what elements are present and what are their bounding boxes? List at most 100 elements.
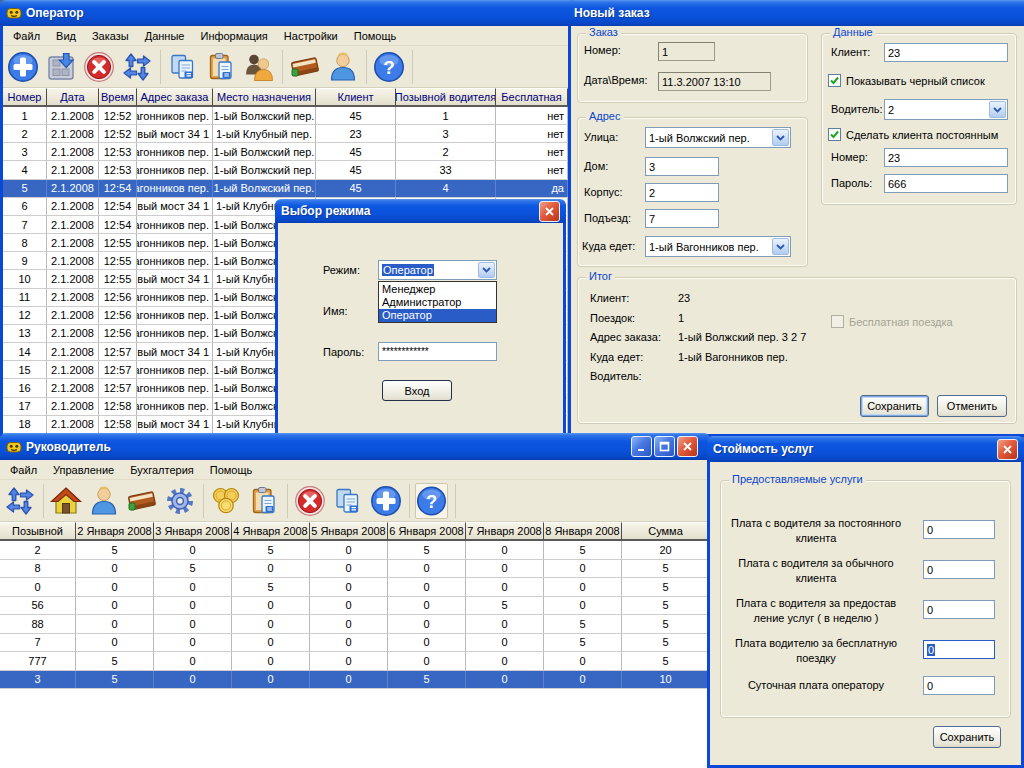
- service-value-field[interactable]: 0: [923, 560, 995, 579]
- mode-dropdown-list[interactable]: МенеджерАдминистраторОператор: [378, 281, 497, 323]
- column-header[interactable]: 2 Января 2008: [76, 522, 154, 540]
- help-icon[interactable]: ?: [372, 49, 405, 85]
- table-row[interactable]: 000500005: [0, 578, 710, 597]
- services-titlebar[interactable]: Стоймость услуг: [707, 436, 1024, 462]
- building-field[interactable]: 2: [645, 183, 719, 202]
- manager-titlebar[interactable]: Руководитель: [0, 433, 710, 460]
- entrance-field[interactable]: 7: [645, 209, 719, 228]
- table-row[interactable]: 5600000505: [0, 597, 710, 616]
- cancel-button[interactable]: Отменить: [937, 395, 1007, 417]
- menu-item-1[interactable]: Вид: [48, 28, 84, 44]
- menu-item-0[interactable]: Файл: [5, 28, 48, 44]
- service-value-field[interactable]: 0: [923, 600, 995, 619]
- delete-icon[interactable]: [82, 49, 115, 85]
- street-combobox[interactable]: 1-ый Волжский пер.: [645, 127, 791, 148]
- destination-combobox[interactable]: 1-ый Вагонников пер.: [645, 236, 791, 257]
- service-value-field[interactable]: 0: [923, 676, 995, 695]
- menu-item-5[interactable]: Настройки: [276, 28, 346, 44]
- mode-combobox[interactable]: Оператор: [378, 260, 497, 280]
- maximize-button[interactable]: [654, 436, 675, 457]
- blacklist-checkbox[interactable]: [828, 74, 841, 87]
- minimize-button[interactable]: [631, 436, 652, 457]
- home-icon[interactable]: [49, 483, 82, 519]
- paste-icon[interactable]: [204, 49, 237, 85]
- operator-titlebar[interactable]: Оператор: [0, 0, 575, 26]
- gear-icon[interactable]: [163, 483, 196, 519]
- copy-icon[interactable]: [331, 483, 364, 519]
- column-header[interactable]: Позывной: [0, 522, 76, 540]
- house-field[interactable]: 3: [645, 157, 719, 176]
- new-order-titlebar[interactable]: Новый заказ: [568, 0, 1024, 26]
- menu-item-2[interactable]: Бухгалтерия: [122, 462, 202, 478]
- column-header[interactable]: 7 Января 2008: [466, 522, 544, 540]
- client-password-field[interactable]: 666: [884, 174, 1008, 193]
- close-button[interactable]: [997, 439, 1018, 460]
- column-header[interactable]: Номер: [3, 88, 47, 106]
- column-header[interactable]: Сумма: [622, 522, 710, 540]
- menu-item-0[interactable]: Файл: [2, 462, 45, 478]
- table-row[interactable]: 700000055: [0, 634, 710, 653]
- add-icon[interactable]: [369, 483, 402, 519]
- users-icon[interactable]: [242, 49, 275, 85]
- table-row[interactable]: 32.1.200812:53агонников пер.1-ый Волжски…: [3, 143, 574, 161]
- order-number-field[interactable]: 1: [658, 42, 715, 61]
- close-button[interactable]: [677, 436, 698, 457]
- service-value-field[interactable]: 0: [923, 640, 995, 659]
- table-row[interactable]: 8800000055: [0, 615, 710, 634]
- table-row[interactable]: 77750000005: [0, 652, 710, 671]
- copy-icon[interactable]: [166, 49, 199, 85]
- column-header[interactable]: 4 Января 2008: [232, 522, 310, 540]
- move-icon[interactable]: [120, 49, 153, 85]
- dropdown-option[interactable]: Оператор: [379, 309, 496, 322]
- person-icon[interactable]: [87, 483, 120, 519]
- book-icon[interactable]: [125, 483, 158, 519]
- paste-icon[interactable]: [247, 483, 280, 519]
- dropdown-option[interactable]: Администратор: [379, 295, 496, 308]
- coins-icon[interactable]: [209, 483, 242, 519]
- table-row[interactable]: 12.1.200812:52агонников пер.1-ый Волжски…: [3, 107, 574, 125]
- column-header[interactable]: Адрес заказа: [137, 88, 213, 106]
- dialog-password-field[interactable]: ************: [378, 342, 497, 361]
- column-header[interactable]: Позывной водителя: [396, 88, 496, 106]
- client-number-field[interactable]: 23: [884, 148, 1008, 167]
- chevron-down-icon[interactable]: [478, 262, 495, 278]
- table-row[interactable]: 3500050010: [0, 671, 710, 690]
- mode-dialog-titlebar[interactable]: Выбор режима: [275, 199, 566, 223]
- service-value-field[interactable]: 0: [923, 520, 995, 539]
- delete-icon[interactable]: [293, 483, 326, 519]
- save-icon[interactable]: [44, 49, 77, 85]
- column-header[interactable]: Бесплатная: [496, 88, 568, 106]
- chevron-down-icon[interactable]: [772, 129, 789, 146]
- book-icon[interactable]: [288, 49, 321, 85]
- chevron-down-icon[interactable]: [989, 101, 1006, 118]
- menu-item-2[interactable]: Заказы: [84, 28, 137, 44]
- column-header[interactable]: 8 Января 2008: [544, 522, 622, 540]
- column-header[interactable]: Дата: [47, 88, 99, 106]
- login-button[interactable]: Вход: [382, 380, 452, 401]
- menu-item-3[interactable]: Данные: [137, 28, 193, 44]
- chevron-down-icon[interactable]: [772, 238, 789, 255]
- person-icon[interactable]: [326, 49, 359, 85]
- column-header[interactable]: Клиент: [316, 88, 396, 106]
- column-header[interactable]: 6 Января 2008: [388, 522, 466, 540]
- client-field[interactable]: 23: [884, 43, 1008, 62]
- column-header[interactable]: Время: [99, 88, 137, 106]
- order-datetime-field[interactable]: 11.3.2007 13:10: [658, 72, 771, 91]
- table-row[interactable]: 2505050520: [0, 541, 710, 560]
- column-header[interactable]: Место назначения: [213, 88, 316, 106]
- dropdown-option[interactable]: Менеджер: [379, 282, 496, 295]
- move-icon[interactable]: [3, 483, 36, 519]
- table-row[interactable]: 22.1.200812:52вый мост 34 11-ый Клубный …: [3, 125, 574, 143]
- table-row[interactable]: 42.1.200812:53агонников пер.1-ый Волжски…: [3, 161, 574, 179]
- menu-item-6[interactable]: Помощь: [346, 28, 405, 44]
- table-row[interactable]: 52.1.200812:54агонников пер.1-ый Волжски…: [3, 180, 574, 198]
- help-icon[interactable]: ?: [415, 483, 448, 519]
- menu-item-3[interactable]: Помощь: [202, 462, 261, 478]
- menu-item-4[interactable]: Информация: [192, 28, 275, 44]
- column-header[interactable]: 5 Января 2008: [310, 522, 388, 540]
- close-button[interactable]: [539, 201, 560, 222]
- services-save-button[interactable]: Сохранить: [933, 726, 1001, 748]
- table-row[interactable]: 805000005: [0, 560, 710, 579]
- driver-combobox[interactable]: 2: [884, 99, 1008, 120]
- menu-item-1[interactable]: Управление: [45, 462, 122, 478]
